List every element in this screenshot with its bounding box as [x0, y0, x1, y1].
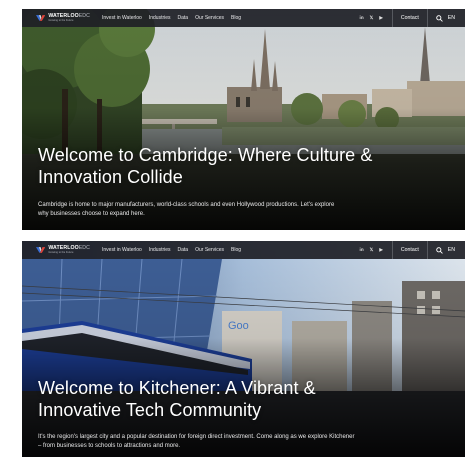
social-links: in 𝕏 ▶	[360, 247, 383, 253]
language-selector[interactable]: EN	[448, 247, 455, 253]
logo-tagline: Growing to the Future	[48, 250, 74, 254]
contact-button[interactable]: Contact	[391, 241, 428, 259]
youtube-icon[interactable]: ▶	[379, 15, 383, 21]
nav-data[interactable]: Data	[178, 15, 189, 21]
site-navbar: WATERLOOEDC Growing to the Future Invest…	[22, 241, 465, 259]
nav-industries[interactable]: Industries	[149, 247, 171, 253]
linkedin-icon[interactable]: in	[360, 247, 364, 253]
logo-name: WATERLOO	[48, 12, 79, 19]
contact-button[interactable]: Contact	[391, 9, 428, 27]
cambridge-hero-card[interactable]: WATERLOOEDC Growing to the Future Invest…	[22, 9, 465, 230]
kitchener-hero-image: Goo	[22, 241, 465, 457]
hero-headline[interactable]: Welcome to Kitchener: A Vibrant & Innova…	[38, 377, 358, 421]
x-twitter-icon[interactable]: 𝕏	[370, 247, 374, 253]
nav-invest-in-waterloo[interactable]: Invest in Waterloo	[102, 247, 142, 253]
logo-suffix: EDC	[78, 12, 90, 19]
waterloo-edc-logo[interactable]: WATERLOOEDC Growing to the Future	[36, 13, 90, 23]
main-nav: Invest in Waterloo Industries Data Our S…	[102, 247, 241, 253]
search-icon[interactable]	[436, 14, 443, 22]
site-navbar: WATERLOOEDC Growing to the Future Invest…	[22, 9, 465, 27]
cambridge-hero-image	[22, 9, 465, 230]
waterloo-edc-logo[interactable]: WATERLOOEDC Growing to the Future	[36, 245, 90, 255]
kitchener-hero-card[interactable]: Goo WATE	[22, 241, 465, 457]
x-twitter-icon[interactable]: 𝕏	[370, 15, 374, 21]
nav-our-services[interactable]: Our Services	[195, 15, 224, 21]
hero-description: Cambridge is home to major manufacturers…	[38, 202, 335, 217]
main-nav: Invest in Waterloo Industries Data Our S…	[102, 15, 241, 21]
language-selector[interactable]: EN	[448, 15, 455, 21]
nav-industries[interactable]: Industries	[149, 15, 171, 21]
logo-suffix: EDC	[78, 244, 90, 251]
nav-invest-in-waterloo[interactable]: Invest in Waterloo	[102, 15, 142, 21]
logo-tagline: Growing to the Future	[48, 18, 74, 22]
search-icon[interactable]	[436, 246, 443, 254]
logo-mark-icon	[36, 247, 46, 253]
nav-blog[interactable]: Blog	[231, 15, 241, 21]
social-links: in 𝕏 ▶	[360, 15, 383, 21]
hero-headline[interactable]: Welcome to Cambridge: Where Culture & In…	[38, 144, 398, 188]
linkedin-icon[interactable]: in	[360, 15, 364, 21]
nav-blog[interactable]: Blog	[231, 247, 241, 253]
logo-name: WATERLOO	[48, 244, 79, 251]
nav-our-services[interactable]: Our Services	[195, 247, 224, 253]
youtube-icon[interactable]: ▶	[379, 247, 383, 253]
logo-mark-icon	[36, 15, 46, 21]
nav-data[interactable]: Data	[178, 247, 189, 253]
hero-description: It's the region's largest city and a pop…	[38, 434, 355, 449]
